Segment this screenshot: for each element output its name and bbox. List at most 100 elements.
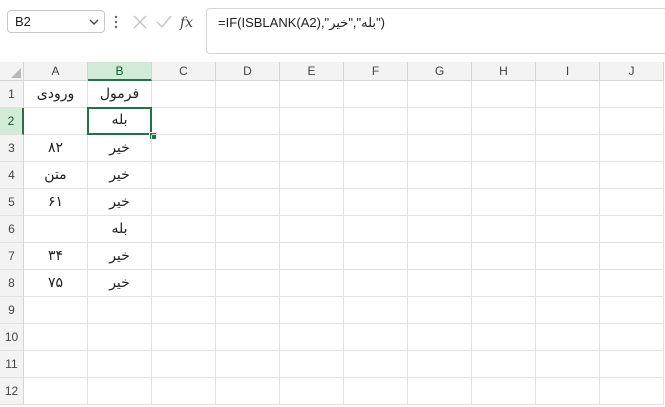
cell-j9[interactable] <box>600 297 664 324</box>
cell-j7[interactable] <box>600 243 664 270</box>
cell-h5[interactable] <box>472 189 536 216</box>
cell-g7[interactable] <box>408 243 472 270</box>
cell-e4[interactable] <box>280 162 344 189</box>
cell-c12[interactable] <box>152 378 216 405</box>
row-header-11[interactable]: 11 <box>0 351 24 378</box>
cell-a7[interactable]: ۳۴ <box>24 243 88 270</box>
cell-b8[interactable]: خیر <box>88 270 152 297</box>
cell-d7[interactable] <box>216 243 280 270</box>
cell-h8[interactable] <box>472 270 536 297</box>
cell-i5[interactable] <box>536 189 600 216</box>
cell-f7[interactable] <box>344 243 408 270</box>
cell-g11[interactable] <box>408 351 472 378</box>
cell-b4[interactable]: خیر <box>88 162 152 189</box>
cell-b3[interactable]: خیر <box>88 135 152 162</box>
row-header-5[interactable]: 5 <box>0 189 24 216</box>
cell-e12[interactable] <box>280 378 344 405</box>
cell-a10[interactable] <box>24 324 88 351</box>
cell-f3[interactable] <box>344 135 408 162</box>
cell-b2[interactable]: بله <box>87 107 152 135</box>
cell-g4[interactable] <box>408 162 472 189</box>
cell-e8[interactable] <box>280 270 344 297</box>
cell-e11[interactable] <box>280 351 344 378</box>
cell-a12[interactable] <box>24 378 88 405</box>
cell-d1[interactable] <box>216 81 280 108</box>
cell-h12[interactable] <box>472 378 536 405</box>
cell-j3[interactable] <box>600 135 664 162</box>
cell-f5[interactable] <box>344 189 408 216</box>
cell-b9[interactable] <box>88 297 152 324</box>
cell-e2[interactable] <box>280 108 344 135</box>
cell-e3[interactable] <box>280 135 344 162</box>
cell-i2[interactable] <box>536 108 600 135</box>
row-header-9[interactable]: 9 <box>0 297 24 324</box>
cell-e6[interactable] <box>280 216 344 243</box>
cell-c6[interactable] <box>152 216 216 243</box>
cell-c3[interactable] <box>152 135 216 162</box>
cell-d3[interactable] <box>216 135 280 162</box>
cell-a4[interactable]: متن <box>24 162 88 189</box>
cell-c4[interactable] <box>152 162 216 189</box>
column-header-i[interactable]: I <box>536 62 600 81</box>
cell-h2[interactable] <box>472 108 536 135</box>
cell-i6[interactable] <box>536 216 600 243</box>
cell-e9[interactable] <box>280 297 344 324</box>
column-header-a[interactable]: A <box>24 62 88 81</box>
formula-input[interactable]: =IF(ISBLANK(A2),"بله","خیر") <box>206 8 665 54</box>
cell-d8[interactable] <box>216 270 280 297</box>
cell-j2[interactable] <box>600 108 664 135</box>
cell-b5[interactable]: خیر <box>88 189 152 216</box>
cell-f6[interactable] <box>344 216 408 243</box>
cell-f4[interactable] <box>344 162 408 189</box>
cell-g6[interactable] <box>408 216 472 243</box>
cell-i1[interactable] <box>536 81 600 108</box>
cell-e10[interactable] <box>280 324 344 351</box>
cell-c7[interactable] <box>152 243 216 270</box>
confirm-check-icon[interactable] <box>154 12 174 32</box>
cell-b7[interactable]: خیر <box>88 243 152 270</box>
cell-j11[interactable] <box>600 351 664 378</box>
cell-i7[interactable] <box>536 243 600 270</box>
cell-a8[interactable]: ۷۵ <box>24 270 88 297</box>
cell-f12[interactable] <box>344 378 408 405</box>
cell-i11[interactable] <box>536 351 600 378</box>
cell-d5[interactable] <box>216 189 280 216</box>
cell-f1[interactable] <box>344 81 408 108</box>
cell-e1[interactable] <box>280 81 344 108</box>
cell-b12[interactable] <box>88 378 152 405</box>
cell-c2[interactable] <box>152 108 216 135</box>
cell-g2[interactable] <box>408 108 472 135</box>
cell-h10[interactable] <box>472 324 536 351</box>
cell-d6[interactable] <box>216 216 280 243</box>
cell-i8[interactable] <box>536 270 600 297</box>
cell-a5[interactable]: ۶۱ <box>24 189 88 216</box>
cell-i4[interactable] <box>536 162 600 189</box>
row-header-8[interactable]: 8 <box>0 270 24 297</box>
cell-d12[interactable] <box>216 378 280 405</box>
cell-a6[interactable] <box>24 216 88 243</box>
cell-g5[interactable] <box>408 189 472 216</box>
cell-a9[interactable] <box>24 297 88 324</box>
name-box[interactable]: B2 <box>7 10 105 33</box>
cell-h3[interactable] <box>472 135 536 162</box>
row-header-12[interactable]: 12 <box>0 378 24 405</box>
row-header-2[interactable]: 2 <box>0 108 24 135</box>
cell-f11[interactable] <box>344 351 408 378</box>
cell-j12[interactable] <box>600 378 664 405</box>
row-header-6[interactable]: 6 <box>0 216 24 243</box>
cell-e7[interactable] <box>280 243 344 270</box>
cell-a3[interactable]: ۸۲ <box>24 135 88 162</box>
cell-b11[interactable] <box>88 351 152 378</box>
cancel-icon[interactable] <box>130 12 150 32</box>
cell-j1[interactable] <box>600 81 664 108</box>
cell-j10[interactable] <box>600 324 664 351</box>
cell-a11[interactable] <box>24 351 88 378</box>
row-header-7[interactable]: 7 <box>0 243 24 270</box>
column-header-d[interactable]: D <box>216 62 280 81</box>
cell-j8[interactable] <box>600 270 664 297</box>
column-header-g[interactable]: G <box>408 62 472 81</box>
cell-b10[interactable] <box>88 324 152 351</box>
cell-g3[interactable] <box>408 135 472 162</box>
cell-e5[interactable] <box>280 189 344 216</box>
cell-c11[interactable] <box>152 351 216 378</box>
